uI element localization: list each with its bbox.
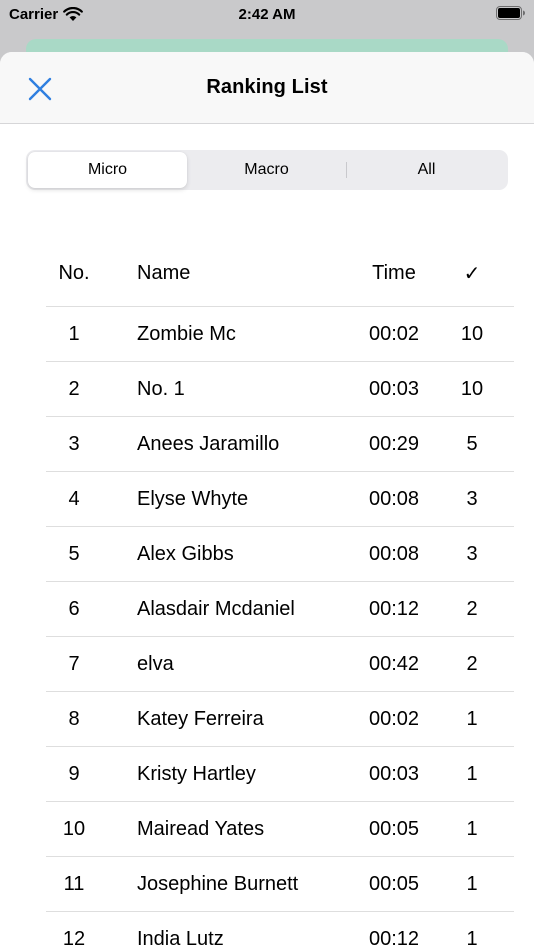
- name-cell: Kristy Hartley: [137, 762, 256, 785]
- name-cell: Mairead Yates: [137, 817, 265, 840]
- segment-micro[interactable]: Micro: [28, 152, 187, 188]
- rank-cell: 1: [68, 322, 80, 345]
- segment-label: All: [417, 161, 436, 178]
- table-row[interactable]: 7 elva 00:42 2: [46, 637, 514, 692]
- count-cell: 2: [466, 597, 478, 620]
- rank-cell: 8: [68, 707, 80, 730]
- rank-cell: 7: [68, 652, 80, 675]
- header-no: No.: [58, 261, 90, 284]
- time-cell: 00:08: [368, 487, 420, 510]
- count-cell: 1: [466, 817, 478, 840]
- rank-cell: 11: [63, 872, 85, 895]
- segment-all[interactable]: All: [347, 152, 506, 188]
- table-body: 1 Zombie Mc 00:02 10 2 No. 1 00:03 10 3 Anees Jar…: [46, 307, 514, 950]
- time-cell: 00:03: [368, 762, 420, 785]
- status-time: 2:42 AM: [238, 6, 296, 23]
- name-cell: India Lutz: [137, 927, 224, 950]
- rank-cell: 3: [68, 432, 80, 455]
- name-cell: Elyse Whyte: [137, 487, 249, 510]
- segment-macro[interactable]: Macro: [187, 152, 346, 188]
- rank-cell: 10: [62, 817, 86, 840]
- nav-bar: Ranking List: [0, 52, 534, 124]
- rank-cell: 5: [68, 542, 80, 565]
- time-cell: 00:02: [368, 322, 420, 345]
- table-row[interactable]: 10 Mairead Yates 00:05 1: [46, 802, 514, 857]
- time-cell: 00:12: [368, 597, 420, 620]
- page-title: Ranking List: [206, 76, 328, 98]
- name-cell: Katey Ferreira: [137, 707, 264, 730]
- table-header: No. Name Time ✓: [46, 240, 514, 307]
- rank-cell: 6: [68, 597, 80, 620]
- segmented-control: Micro Macro All: [26, 150, 508, 190]
- rank-cell: 4: [68, 487, 80, 510]
- time-cell: 00:29: [368, 432, 420, 455]
- count-cell: 2: [466, 652, 478, 675]
- table-row[interactable]: 3 Anees Jaramillo 00:29 5: [46, 417, 514, 472]
- table-row[interactable]: 4 Elyse Whyte 00:08 3: [46, 472, 514, 527]
- table-row[interactable]: 8 Katey Ferreira 00:02 1: [46, 692, 514, 747]
- name-cell: Alex Gibbs: [137, 542, 234, 565]
- table-row[interactable]: 12 India Lutz 00:12 1: [46, 912, 514, 950]
- name-cell: Anees Jaramillo: [137, 432, 280, 455]
- time-cell: 00:05: [368, 817, 420, 840]
- table-row[interactable]: 9 Kristy Hartley 00:03 1: [46, 747, 514, 802]
- time-cell: 00:02: [368, 707, 420, 730]
- count-cell: 1: [466, 762, 478, 785]
- count-cell: 3: [466, 487, 478, 510]
- header-time: Time: [372, 261, 416, 284]
- time-cell: 00:03: [368, 377, 420, 400]
- count-cell: 10: [460, 377, 484, 400]
- table-row[interactable]: 11 Josephine Burnett 00:05 1: [46, 857, 514, 912]
- time-cell: 00:42: [368, 652, 420, 675]
- segment-label: Micro: [87, 161, 128, 178]
- ranking-sheet: Ranking List Micro Macro All No. Name Ti…: [0, 52, 534, 950]
- rank-cell: 9: [68, 762, 80, 785]
- name-cell: Josephine Burnett: [137, 872, 299, 895]
- battery-icon: [496, 6, 526, 25]
- header-checkmark: ✓: [463, 262, 481, 285]
- count-cell: 5: [466, 432, 478, 455]
- count-cell: 3: [466, 542, 478, 565]
- header-name: Name: [137, 261, 191, 284]
- time-cell: 00:08: [368, 542, 420, 565]
- status-bar: Carrier 2:42 AM: [0, 0, 534, 30]
- count-cell: 10: [460, 322, 484, 345]
- table-row[interactable]: 2 No. 1 00:03 10: [46, 362, 514, 417]
- rank-cell: 2: [68, 377, 80, 400]
- count-cell: 1: [466, 927, 478, 950]
- time-cell: 00:12: [368, 927, 420, 950]
- count-cell: 1: [466, 707, 478, 730]
- table-row[interactable]: 1 Zombie Mc 00:02 10: [46, 307, 514, 362]
- ranking-table: No. Name Time ✓ 1 Zombie Mc 00:02 10 2 No. 10…: [46, 240, 514, 950]
- count-cell: 1: [466, 872, 478, 895]
- rank-cell: 12: [62, 927, 86, 950]
- name-cell: Alasdair Mcdaniel: [137, 597, 295, 620]
- time-cell: 00:05: [368, 872, 420, 895]
- name-cell: elva: [137, 652, 174, 675]
- name-cell: Zombie Mc: [137, 322, 236, 345]
- table-row[interactable]: 6 Alasdair Mcdaniel 00:12 2: [46, 582, 514, 637]
- name-cell: No. 1: [137, 377, 185, 400]
- segment-label: Macro: [244, 161, 289, 178]
- table-row[interactable]: 5 Alex Gibbs 00:08 3: [46, 527, 514, 582]
